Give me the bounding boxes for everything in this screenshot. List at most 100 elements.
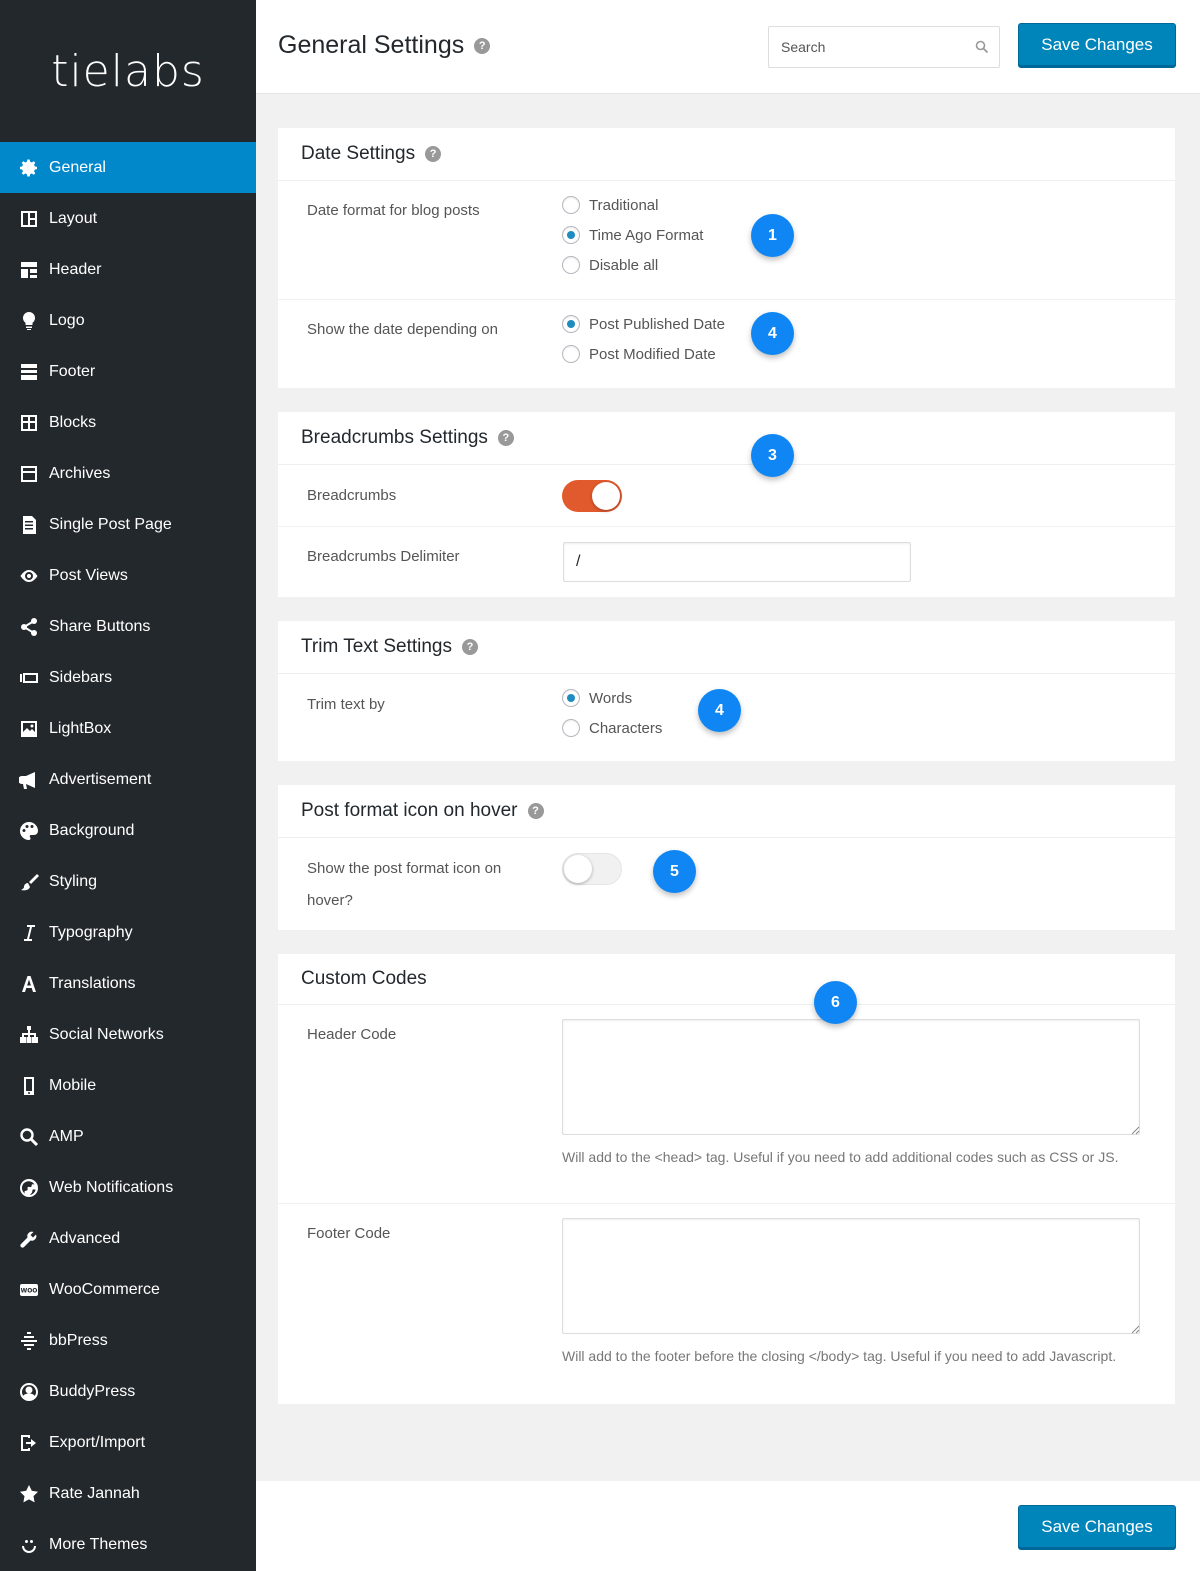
sidebar-item-typography[interactable]: Typography (0, 907, 256, 958)
search-input[interactable] (769, 27, 959, 67)
sidebar-item-lightbox[interactable]: LightBox (0, 703, 256, 754)
radio-button[interactable] (562, 226, 580, 244)
section-title-text: Breadcrumbs Settings (301, 427, 488, 448)
sidebar-item-single-post-page[interactable]: Single Post Page (0, 499, 256, 550)
section-title-text: Post format icon on hover (301, 800, 518, 821)
sidebar-item-label: Export/Import (49, 1433, 146, 1451)
sidebar-item-label: Mobile (49, 1076, 97, 1094)
header-code-textarea[interactable] (562, 1019, 1140, 1135)
sidebar-item-label: LightBox (49, 719, 112, 737)
sidebar-item-logo[interactable]: Logo (0, 295, 256, 346)
section-title: Custom Codes (278, 954, 1175, 1005)
sidebar-item-layout[interactable]: Layout (0, 193, 256, 244)
italic-icon (18, 922, 40, 944)
help-icon[interactable]: ? (474, 37, 491, 54)
sidebar-item-label: Share Buttons (49, 617, 151, 635)
sidebar-item-label: Post Views (49, 566, 128, 584)
radio-button[interactable] (562, 256, 580, 274)
search-icon[interactable] (975, 40, 989, 54)
date-depend-label: Show the date depending on (307, 321, 498, 338)
sidebar-item-label: Web Notifications (49, 1178, 174, 1196)
sidebar-item-mobile[interactable]: Mobile (0, 1060, 256, 1111)
footer-icon (18, 361, 40, 383)
footer-bar: Save Changes (256, 1481, 1200, 1571)
radio-label: Disable all (589, 256, 659, 274)
save-changes-button-bottom[interactable]: Save Changes (1018, 1505, 1176, 1548)
sidebar-item-translations[interactable]: Translations (0, 958, 256, 1009)
help-icon[interactable]: ? (497, 430, 514, 446)
sidebar-item-label: Background (49, 821, 135, 839)
lightbulb-icon (18, 310, 40, 332)
sidebar-item-label: Layout (49, 209, 98, 227)
sidebar-item-label: Blocks (49, 413, 97, 431)
sidebar-item-share-buttons[interactable]: Share Buttons (0, 601, 256, 652)
sidebar-item-rate-jannah[interactable]: Rate Jannah (0, 1468, 256, 1519)
sidebar-item-bbpress[interactable]: bbPress (0, 1315, 256, 1366)
help-icon[interactable]: ? (527, 803, 544, 819)
sidebar-item-label: WooCommerce (49, 1280, 160, 1298)
sidebar-item-label: Footer (49, 362, 96, 380)
radio-modified-date[interactable]: Post Modified Date (562, 345, 716, 363)
radio-label: Words (589, 689, 633, 707)
resize-grip-icon[interactable] (1130, 1324, 1140, 1334)
radio-traditional[interactable]: Traditional (562, 196, 658, 214)
breadcrumbs-toggle[interactable] (562, 480, 622, 512)
save-changes-button-top[interactable]: Save Changes (1018, 23, 1176, 66)
sidebar-item-sidebars[interactable]: Sidebars (0, 652, 256, 703)
help-icon[interactable]: ? (425, 146, 442, 162)
delimiter-input[interactable] (563, 542, 911, 582)
sidebar-item-general[interactable]: General (0, 142, 256, 193)
date-format-row: Date format for blog posts Traditional T… (278, 181, 1175, 300)
document-icon (18, 514, 40, 536)
sidebar-item-more-themes[interactable]: More Themes (0, 1519, 256, 1570)
radio-words[interactable]: Words (562, 689, 632, 707)
sidebar-item-web-notifications[interactable]: Web Notifications (0, 1162, 256, 1213)
help-icon[interactable]: ? (462, 639, 478, 655)
sidebar-item-label: BuddyPress (49, 1382, 136, 1400)
sidebar-item-buddypress[interactable]: BuddyPress (0, 1366, 256, 1417)
gear-icon (18, 157, 40, 179)
sidebar-item-header[interactable]: Header (0, 244, 256, 295)
sidebar-nav: General Layout Header Logo Footer Blocks Archi… (0, 142, 256, 1570)
breadcrumbs-toggle-row: Breadcrumbs (278, 465, 1175, 527)
radio-characters[interactable]: Characters (562, 719, 662, 737)
sidebar-item-advanced[interactable]: Advanced (0, 1213, 256, 1264)
search-icon (18, 1126, 40, 1148)
sidebar-item-post-views[interactable]: Post Views (0, 550, 256, 601)
radio-button[interactable] (562, 196, 580, 214)
sidebar-item-archives[interactable]: Archives (0, 448, 256, 499)
radio-button[interactable] (562, 345, 580, 363)
sidebar-item-background[interactable]: Background (0, 805, 256, 856)
sidebar-item-social-networks[interactable]: Social Networks (0, 1009, 256, 1060)
header-code-row: Header Code Will add to the <head> tag. … (278, 1005, 1175, 1204)
resize-grip-icon[interactable] (1130, 1125, 1140, 1135)
post-format-section: Post format icon on hover ? Show the pos… (278, 785, 1175, 930)
radio-button[interactable] (562, 315, 580, 333)
radio-time-ago[interactable]: Time Ago Format (562, 226, 703, 244)
sidebar-item-label: Header (49, 260, 102, 278)
sidebar-item-footer[interactable]: Footer (0, 346, 256, 397)
sidebar-item-amp[interactable]: AMP (0, 1111, 256, 1162)
post-format-toggle[interactable] (562, 853, 622, 885)
sidebar-item-styling[interactable]: Styling (0, 856, 256, 907)
footer-code-textarea[interactable] (562, 1218, 1140, 1334)
search-box (768, 26, 1000, 68)
sidebars-icon (18, 667, 40, 689)
custom-codes-section: Custom Codes Header Code Will add to the… (278, 954, 1175, 1404)
radio-button[interactable] (562, 689, 580, 707)
radio-disable-all[interactable]: Disable all (562, 256, 658, 274)
sidebar-item-label: Sidebars (49, 668, 113, 686)
radio-label: Traditional (589, 196, 659, 214)
network-icon (18, 1024, 40, 1046)
sidebar-item-woocommerce[interactable]: WOO WooCommerce (0, 1264, 256, 1315)
sidebar-item-export-import[interactable]: Export/Import (0, 1417, 256, 1468)
breadcrumbs-section: Breadcrumbs Settings ? Breadcrumbs Bread… (278, 412, 1175, 597)
sidebar-item-advertisement[interactable]: Advertisement (0, 754, 256, 805)
radio-button[interactable] (562, 719, 580, 737)
page-title: General Settings ? (278, 31, 491, 60)
megaphone-icon (18, 769, 40, 791)
annotation-badge: 6 (814, 981, 857, 1024)
radio-published-date[interactable]: Post Published Date (562, 315, 725, 333)
sidebar-item-blocks[interactable]: Blocks (0, 397, 256, 448)
section-title-text: Date Settings (301, 143, 416, 164)
